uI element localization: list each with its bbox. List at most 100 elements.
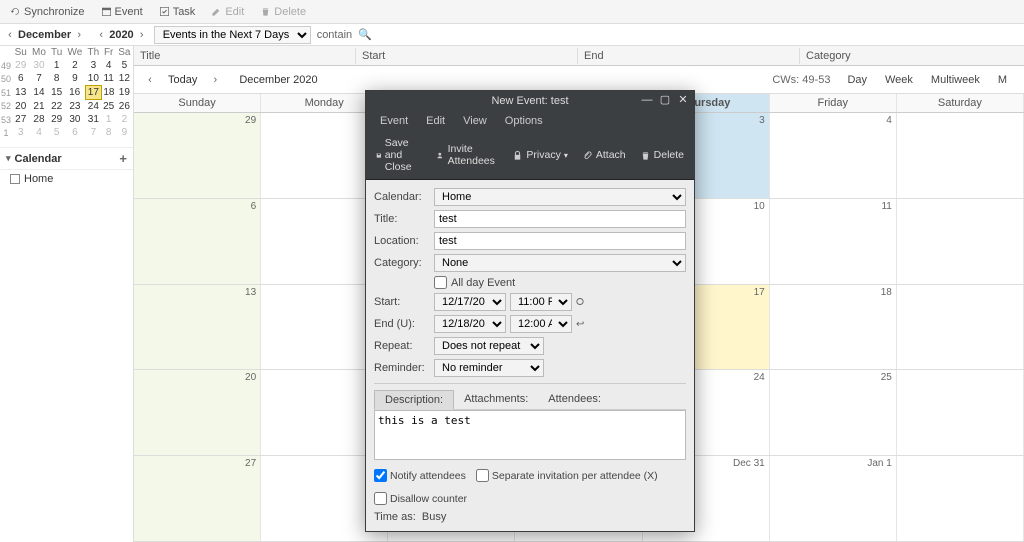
mini-day-cell[interactable]: 3: [85, 59, 102, 72]
mini-day-cell[interactable]: 31: [85, 113, 102, 126]
notify-attendees-checkbox[interactable]: [374, 469, 387, 482]
mini-day-cell[interactable]: 7: [29, 72, 48, 86]
mini-day-cell[interactable]: 4: [29, 126, 48, 139]
mini-day-cell[interactable]: 16: [65, 86, 85, 100]
prev-month-button[interactable]: ‹: [4, 29, 16, 41]
description-textarea[interactable]: [374, 410, 686, 460]
mini-day-cell[interactable]: 7: [85, 126, 102, 139]
mini-day-cell[interactable]: 22: [49, 100, 65, 114]
today-button[interactable]: Today: [168, 74, 197, 86]
mini-day-cell[interactable]: 28: [29, 113, 48, 126]
menu-event[interactable]: Event: [372, 113, 416, 129]
day-cell[interactable]: 29: [134, 113, 261, 198]
link-dates-icon[interactable]: ↩: [576, 319, 584, 330]
new-event-button[interactable]: Event: [95, 4, 149, 20]
view-tab[interactable]: Day: [838, 70, 876, 90]
next-year-button[interactable]: ›: [136, 29, 148, 41]
reminder-select[interactable]: No reminder: [434, 359, 544, 377]
mini-day-cell[interactable]: 26: [116, 100, 133, 114]
day-cell[interactable]: 13: [134, 285, 261, 370]
tab-attachments[interactable]: Attachments:: [454, 390, 538, 409]
mini-day-cell[interactable]: 25: [102, 100, 116, 114]
search-icon[interactable]: 🔍: [358, 28, 372, 41]
mini-day-cell[interactable]: 9: [65, 72, 85, 86]
mini-day-cell[interactable]: 27: [12, 113, 29, 126]
day-cell[interactable]: [897, 113, 1024, 198]
mini-day-cell[interactable]: 6: [65, 126, 85, 139]
mini-day-cell[interactable]: 6: [12, 72, 29, 86]
tab-description[interactable]: Description:: [374, 390, 454, 410]
location-input[interactable]: [434, 232, 686, 250]
mini-day-cell[interactable]: 5: [49, 126, 65, 139]
close-button[interactable]: ✕: [676, 93, 690, 107]
mini-day-cell[interactable]: 29: [12, 59, 29, 72]
view-tab[interactable]: Week: [876, 70, 922, 90]
day-cell[interactable]: 27: [134, 456, 261, 541]
mini-day-cell[interactable]: 11: [102, 72, 116, 86]
mini-day-cell[interactable]: 23: [65, 100, 85, 114]
day-cell[interactable]: [897, 370, 1024, 455]
synchronize-button[interactable]: Synchronize: [4, 4, 91, 20]
mini-day-cell[interactable]: 30: [65, 113, 85, 126]
start-time-select[interactable]: 11:00 PM: [510, 293, 572, 311]
dialog-titlebar[interactable]: New Event: test — ▢ ✕: [366, 91, 694, 111]
day-cell[interactable]: 25: [770, 370, 897, 455]
mini-day-cell[interactable]: 13: [12, 86, 29, 100]
mini-day-cell[interactable]: 24: [85, 100, 102, 114]
calendar-section-heading[interactable]: ▾ Calendar +: [0, 147, 133, 170]
mini-day-cell[interactable]: 1: [102, 113, 116, 126]
end-date-select[interactable]: 12/18/20: [434, 315, 506, 333]
minimize-button[interactable]: —: [640, 93, 654, 107]
attach-button[interactable]: Attach: [578, 147, 630, 163]
repeat-select[interactable]: Does not repeat: [434, 337, 544, 355]
calendar-select[interactable]: Home: [434, 188, 686, 206]
separate-invitation-checkbox[interactable]: [476, 469, 489, 482]
disallow-counter-checkbox[interactable]: [374, 492, 387, 505]
next-month-button[interactable]: ›: [73, 29, 85, 41]
day-cell[interactable]: Jan 1: [770, 456, 897, 541]
mini-day-cell[interactable]: 10: [85, 72, 102, 86]
mini-day-cell[interactable]: 4: [102, 59, 116, 72]
day-cell[interactable]: 4: [770, 113, 897, 198]
delete-button[interactable]: Delete: [254, 4, 312, 20]
mini-day-cell[interactable]: 14: [29, 86, 48, 100]
mini-day-cell[interactable]: 15: [49, 86, 65, 100]
invite-attendees-button[interactable]: Invite Attendees: [433, 141, 502, 169]
mini-day-cell[interactable]: 12: [116, 72, 133, 86]
day-cell[interactable]: 20: [134, 370, 261, 455]
day-cell[interactable]: 6: [134, 199, 261, 284]
add-calendar-button[interactable]: +: [119, 151, 127, 166]
prev-period-button[interactable]: ‹: [142, 72, 158, 88]
view-tab[interactable]: M: [989, 70, 1016, 90]
title-input[interactable]: [434, 210, 686, 228]
col-category[interactable]: Category: [800, 48, 1024, 64]
day-cell[interactable]: [897, 456, 1024, 541]
day-cell[interactable]: [897, 285, 1024, 370]
next-period-button[interactable]: ›: [207, 72, 223, 88]
mini-day-cell[interactable]: 1: [49, 59, 65, 72]
mini-day-cell[interactable]: 30: [29, 59, 48, 72]
menu-view[interactable]: View: [455, 113, 495, 129]
day-cell[interactable]: 18: [770, 285, 897, 370]
dialog-delete-button[interactable]: Delete: [636, 147, 688, 163]
tab-attendees[interactable]: Attendees:: [538, 390, 611, 409]
maximize-button[interactable]: ▢: [658, 93, 672, 107]
category-select[interactable]: None: [434, 254, 686, 272]
edit-button[interactable]: Edit: [205, 4, 250, 20]
all-day-checkbox[interactable]: [434, 276, 447, 289]
mini-day-cell[interactable]: 18: [102, 86, 116, 100]
mini-day-cell[interactable]: 19: [116, 86, 133, 100]
mini-day-cell[interactable]: 20: [12, 100, 29, 114]
prev-year-button[interactable]: ‹: [95, 29, 107, 41]
mini-day-cell[interactable]: 17: [85, 86, 102, 100]
col-end[interactable]: End: [578, 48, 800, 64]
mini-day-cell[interactable]: 2: [65, 59, 85, 72]
mini-day-cell[interactable]: 29: [49, 113, 65, 126]
save-and-close-button[interactable]: Save and Close: [372, 135, 427, 175]
start-date-select[interactable]: 12/17/20: [434, 293, 506, 311]
mini-day-cell[interactable]: 9: [116, 126, 133, 139]
timezone-icon[interactable]: ⭘: [576, 297, 584, 308]
mini-day-cell[interactable]: 3: [12, 126, 29, 139]
period-filter-select[interactable]: Events in the Next 7 Days: [154, 26, 311, 44]
col-start[interactable]: Start: [356, 48, 578, 64]
